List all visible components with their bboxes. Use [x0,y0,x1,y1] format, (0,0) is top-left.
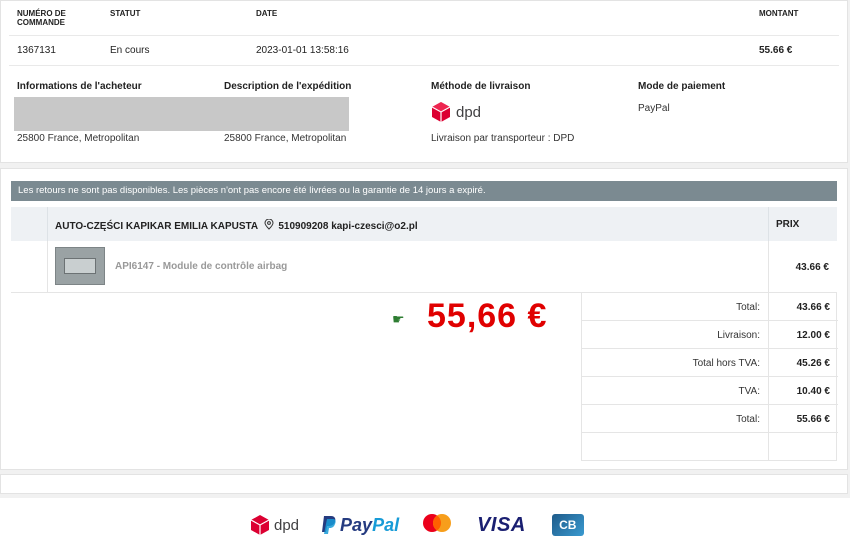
dpd-text: dpd [274,516,300,534]
totals-table: Total: 43.66 € Livraison: 12.00 € Total … [581,293,838,461]
totals-label: TVA: [738,386,760,397]
seller-name: AUTO-CZĘŚCI KAPIKAR EMILIA KAPUSTA [55,221,258,232]
item-price: 43.66 € [795,262,829,273]
mastercard-logo [421,513,453,538]
dpd-cube-icon [250,515,270,535]
order-summary-card: NUMÉRO DE COMMANDE STATUT DATE MONTANT 1… [0,0,848,163]
redacted-address-block [14,97,349,131]
cb-logo: CB [551,514,584,536]
pointing-hand-icon: ☛ [392,311,405,327]
paypal-pay-text: Pay [340,514,373,535]
spacer-card [0,474,848,494]
amount-header: MONTANT [759,9,799,18]
shipping-address: 25800 France, Metropolitan [224,133,347,144]
price-column-header: PRIX [776,219,800,230]
totals-label: Total: [736,414,760,425]
totals-row: Total: 55.66 € [582,405,838,433]
returns-notice: Les retours ne sont pas disponibles. Les… [11,181,837,201]
totals-row-empty [582,433,838,461]
totals-row: Total hors TVA: 45.26 € [582,349,838,377]
mastercard-icon [423,513,452,532]
paypal-pal-text: Pal [372,514,400,535]
payment-method-title: Mode de paiement [638,81,726,92]
product-link[interactable]: API6147 - Module de contrôle airbag [115,261,287,272]
totals-value: 45.26 € [796,358,830,369]
paypal-icon [322,516,336,534]
order-number: 1367131 [17,45,56,56]
totals-label: Total hors TVA: [692,358,760,369]
seller-phone: 510909208 [278,221,329,232]
seller-email[interactable]: kapi-czesci@o2.pl [331,221,417,232]
dpd-logo-text: dpd [456,103,482,121]
product-thumbnail[interactable] [55,247,105,285]
highlighted-total-price: 55,66 € [427,297,548,335]
status-header: STATUT [110,9,141,18]
buyer-address: 25800 France, Metropolitan [17,133,140,144]
payment-method: PayPal [638,103,670,114]
totals-label: Livraison: [717,330,760,341]
delivery-detail: Livraison par transporteur : DPD [431,133,575,144]
date-header: DATE [256,9,278,18]
divider [9,65,839,66]
paypal-logo: Pay Pal [321,515,399,536]
totals-row: Total: 43.66 € [582,293,838,321]
totals-value: 43.66 € [796,302,830,313]
dpd-logo: dpd [431,101,481,123]
totals-label: Total: [736,302,760,313]
dpd-cube-icon [431,102,451,122]
location-pin-icon [264,218,274,230]
order-number-header: NUMÉRO DE COMMANDE [17,9,66,27]
shipping-desc-title: Description de l'expédition [224,81,352,92]
table-row: API6147 - Module de contrôle airbag 43.6… [11,241,837,293]
divider [9,35,839,36]
order-items-card: Les retours ne sont pas disponibles. Les… [0,168,848,470]
cb-text: CB [559,518,577,532]
seller-info: AUTO-CZĘŚCI KAPIKAR EMILIA KAPUSTA 51090… [55,218,418,232]
buyer-info-title: Informations de l'acheteur [17,81,142,92]
dpd-footer-logo: dpd [250,514,299,536]
visa-logo: VISA [477,513,526,536]
totals-value: 55.66 € [796,414,830,425]
totals-row: Livraison: 12.00 € [582,321,838,349]
totals-row: TVA: 10.40 € [582,377,838,405]
payment-logos: dpd Pay Pal VISA CB [250,512,584,538]
totals-value: 12.00 € [796,330,830,341]
delivery-method-title: Méthode de livraison [431,81,531,92]
totals-value: 10.40 € [796,386,830,397]
footer: dpd Pay Pal VISA CB [0,498,850,560]
order-status: En cours [110,45,150,56]
order-amount: 55.66 € [759,45,793,56]
order-date: 2023-01-01 13:58:16 [256,45,349,56]
seller-bar: AUTO-CZĘŚCI KAPIKAR EMILIA KAPUSTA 51090… [11,207,837,241]
